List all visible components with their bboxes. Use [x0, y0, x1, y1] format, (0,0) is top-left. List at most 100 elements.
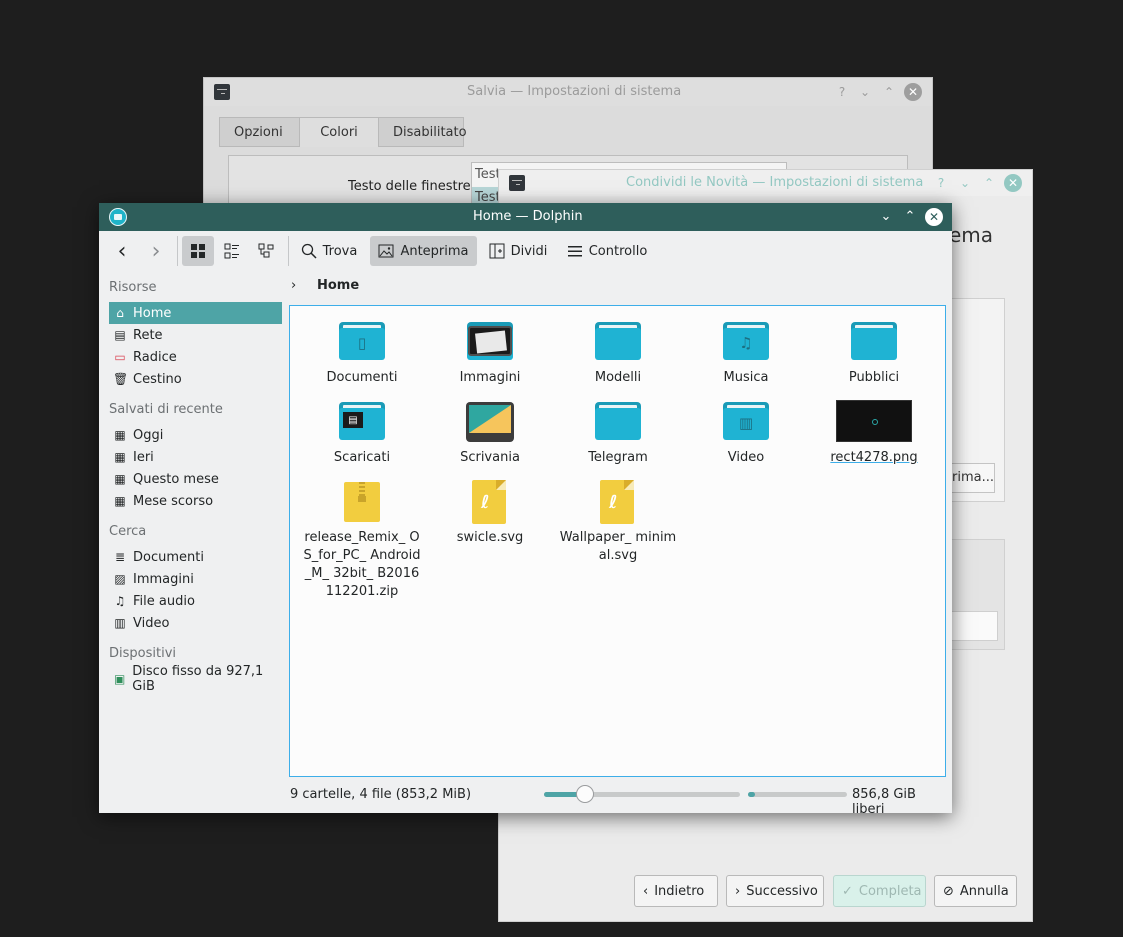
file-name: Telegram: [588, 450, 648, 465]
file-item[interactable]: ▯ Documenti: [302, 320, 422, 387]
file-name: Scaricati: [333, 450, 391, 465]
sidebar-item-search-audio[interactable]: ♫ File audio: [109, 590, 282, 612]
calendar-icon: ▦: [114, 450, 126, 464]
tab-opzioni[interactable]: Opzioni: [219, 117, 300, 147]
file-item[interactable]: Telegram: [558, 400, 678, 467]
close-icon[interactable]: ✕: [904, 83, 922, 101]
sidebar-item-hard-disk[interactable]: ▣ Disco fisso da 927,1 GiB: [109, 664, 282, 694]
folder-icon: ▯: [339, 322, 385, 360]
file-name: Pubblici: [848, 370, 900, 385]
svg-file-icon: ℓ: [600, 480, 634, 524]
sidebar-item-network[interactable]: ▤ Rete: [109, 324, 282, 346]
salvia-window-title: Salvia — Impostazioni di sistema: [467, 84, 682, 99]
file-name: Musica: [723, 370, 769, 385]
folder-icon: [595, 322, 641, 360]
hamburger-menu-icon: [567, 246, 582, 257]
finish-button[interactable]: ✓ Completa: [833, 875, 926, 907]
sidebar-item-label: File audio: [133, 593, 195, 609]
sidebar-item-last-month[interactable]: ▦ Mese scorso: [109, 490, 282, 512]
cancel-icon: ⊘: [943, 883, 954, 899]
file-item[interactable]: Scrivania: [430, 400, 550, 467]
svg-file-icon: ℓ: [472, 480, 506, 524]
file-item[interactable]: rect4278.png: [814, 400, 934, 467]
file-item[interactable]: ▤ Scaricati: [302, 400, 422, 467]
calendar-icon: ▦: [114, 494, 126, 508]
folder-icon: [595, 402, 641, 440]
sidebar-item-today[interactable]: ▦ Oggi: [109, 424, 282, 446]
search-icon: [301, 243, 317, 259]
file-name: Documenti: [326, 370, 398, 385]
file-name: swicle.svg: [456, 530, 524, 545]
file-item[interactable]: ℓ swicle.svg: [430, 480, 550, 547]
maximize-icon[interactable]: ⌃: [881, 84, 897, 100]
file-item[interactable]: Pubblici: [814, 320, 934, 387]
help-icon[interactable]: ?: [933, 175, 949, 191]
file-name: Video: [727, 450, 765, 465]
minimize-icon[interactable]: ⌄: [957, 175, 973, 191]
file-item[interactable]: release_Remix_ OS_for_PC_ Android_M_ 32b…: [302, 480, 422, 601]
sidebar-item-yesterday[interactable]: ▦ Ieri: [109, 446, 282, 468]
text-input[interactable]: [950, 611, 998, 641]
preview-button[interactable]: rima...: [949, 463, 995, 493]
file-view[interactable]: ▯ Documenti Immagini Modelli ♫ Musica Pu…: [289, 305, 946, 777]
home-icon: ⌂: [116, 306, 124, 320]
sidebar-item-search-video[interactable]: ▥ Video: [109, 612, 282, 634]
file-item[interactable]: ℓ Wallpaper_ minimal.svg: [558, 480, 678, 565]
file-item[interactable]: ♫ Musica: [686, 320, 806, 387]
file-name: release_Remix_ OS_for_PC_ Android_M_ 32b…: [303, 530, 421, 599]
image-thumbnail-icon: [468, 326, 512, 356]
sidebar-item-label: Disco fisso da 927,1 GiB: [132, 664, 264, 694]
share-news-titlebar[interactable]: Condividi le Novità — Impostazioni di si…: [499, 170, 1032, 196]
details-view-icon[interactable]: [250, 236, 282, 266]
forward-navigation-icon[interactable]: ›: [141, 236, 171, 266]
close-icon[interactable]: ✕: [925, 208, 943, 226]
compact-view-icon[interactable]: [216, 236, 248, 266]
file-name: Wallpaper_ minimal.svg: [559, 530, 677, 563]
cancel-button[interactable]: ⊘ Annulla: [934, 875, 1017, 907]
zoom-slider[interactable]: [544, 785, 740, 803]
help-icon[interactable]: ?: [834, 84, 850, 100]
split-button[interactable]: Dividi: [484, 236, 552, 266]
zoom-slider-handle[interactable]: [576, 785, 594, 803]
file-item[interactable]: Modelli: [558, 320, 678, 387]
toolbar-separator: [177, 236, 178, 266]
tab-disabilitato[interactable]: Disabilitato: [378, 117, 467, 147]
music-icon: ♫: [114, 594, 126, 608]
minimize-icon[interactable]: ⌄: [857, 84, 873, 100]
combo-option[interactable]: Test: [475, 167, 501, 182]
next-button[interactable]: › Successivo: [726, 875, 824, 907]
sidebar-item-this-month[interactable]: ▦ Questo mese: [109, 468, 282, 490]
back-button[interactable]: ‹ Indietro: [634, 875, 718, 907]
dolphin-titlebar[interactable]: Home — Dolphin ⌄ ⌃ ✕: [99, 203, 952, 231]
preview-toggle-button[interactable]: Anteprima: [370, 236, 477, 266]
minimize-icon[interactable]: ⌄: [878, 209, 894, 225]
find-button[interactable]: Trova: [295, 236, 363, 266]
sidebar-item-search-documents[interactable]: ≣ Documenti: [109, 546, 282, 568]
sidebar-item-search-images[interactable]: ▨ Immagini: [109, 568, 282, 590]
sidebar-item-trash[interactable]: 🗑 Cestino: [109, 368, 282, 390]
sidebar-item-label: Documenti: [133, 549, 204, 565]
sidebar-item-home[interactable]: ⌂ Home: [109, 302, 282, 324]
salvia-titlebar[interactable]: Salvia — Impostazioni di sistema ? ⌄ ⌃ ✕: [204, 78, 932, 106]
sidebar-item-label: Ieri: [133, 449, 154, 465]
icons-view-icon[interactable]: [182, 236, 214, 266]
breadcrumb-chevron-icon[interactable]: ›: [291, 278, 296, 293]
file-item[interactable]: Immagini: [430, 320, 550, 387]
file-item[interactable]: ▥ Video: [686, 400, 806, 467]
control-menu-button[interactable]: Controllo: [562, 236, 652, 266]
sidebar-item-label: Mese scorso: [133, 493, 214, 509]
calendar-icon: ▦: [114, 472, 126, 486]
maximize-icon[interactable]: ⌃: [981, 175, 997, 191]
network-icon: ▤: [114, 328, 126, 342]
maximize-icon[interactable]: ⌃: [902, 209, 918, 225]
breadcrumb-home[interactable]: Home: [317, 278, 359, 293]
tab-colori[interactable]: Colori: [299, 117, 379, 147]
file-name: Scrivania: [460, 450, 520, 465]
png-thumbnail-icon: [836, 400, 912, 442]
calendar-icon: ▦: [114, 428, 126, 442]
close-icon[interactable]: ✕: [1004, 174, 1022, 192]
recent-section-header: Salvati di recente: [109, 402, 223, 417]
sidebar-item-root[interactable]: ▭ Radice: [109, 346, 282, 368]
back-navigation-icon[interactable]: ‹: [107, 236, 137, 266]
sidebar-item-label: Questo mese: [133, 471, 219, 487]
